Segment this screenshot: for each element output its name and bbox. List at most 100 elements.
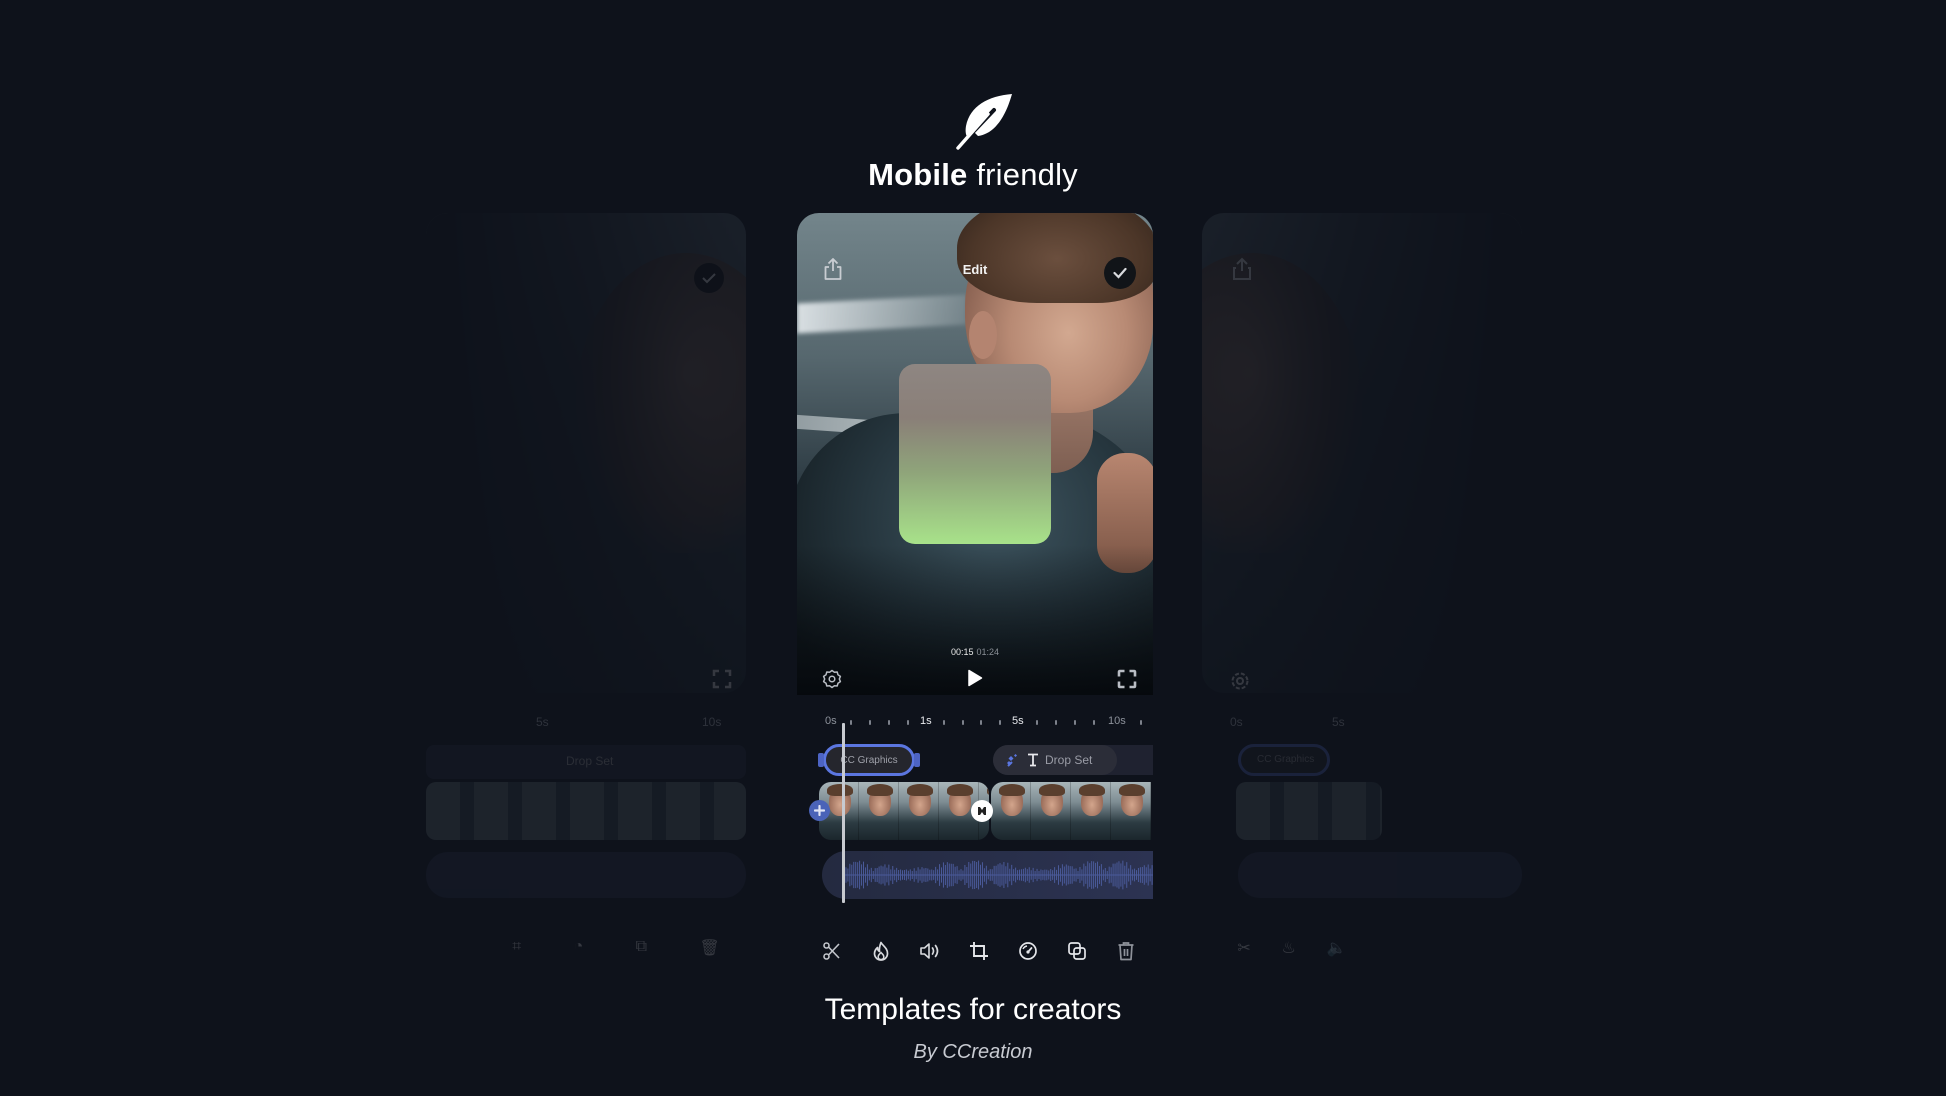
gear-icon	[822, 669, 842, 689]
ghost-text-clip-label: Drop Set	[566, 754, 614, 768]
ghost-audio	[1238, 852, 1522, 898]
trash-icon: 🗑	[699, 940, 720, 957]
plus-icon	[814, 805, 825, 816]
duplicate-icon	[1068, 942, 1086, 960]
ruler-tick	[1055, 720, 1057, 725]
duplicate-icon: ⧉	[635, 938, 648, 955]
clip-thumbnail	[991, 782, 1031, 840]
fullscreen-icon	[712, 669, 732, 694]
headline-light: friendly	[976, 157, 1078, 192]
sparkle-icon	[1007, 754, 1017, 767]
audio-waveform	[843, 860, 1153, 890]
video-clip-2[interactable]	[991, 782, 1153, 840]
ghost-ruler-label: 5s	[536, 715, 549, 729]
video-track	[819, 782, 1153, 840]
scissors-icon: ✂	[1237, 940, 1251, 957]
headline: Mobile friendly	[0, 157, 1946, 193]
graphics-clip[interactable]: CC Graphics	[818, 744, 920, 776]
trim-handle-left[interactable]	[818, 753, 824, 767]
ghost-thumbs	[426, 782, 746, 840]
ruler-tick	[907, 720, 909, 725]
transition-icon	[978, 807, 986, 815]
video-preview[interactable]: Edit 00:15 01:24	[797, 213, 1153, 695]
headline-bold: Mobile	[868, 157, 968, 192]
ghost-graphics-clip: CC Graphics	[1238, 744, 1330, 776]
ruler-tick	[1036, 720, 1038, 725]
effects-button[interactable]	[868, 938, 894, 964]
overlay-graphic[interactable]	[899, 364, 1051, 544]
ruler-label: 0s	[825, 715, 837, 727]
play-button[interactable]	[967, 669, 985, 689]
share-icon	[1232, 257, 1252, 286]
crop-icon: ⌗	[512, 938, 522, 955]
flame-icon	[873, 941, 889, 961]
ghost-toolbar: ⌗ ◔ ⧉ 🗑	[486, 938, 746, 958]
ghost-ruler-label: 5s	[1332, 715, 1345, 729]
feather-icon	[948, 92, 1014, 154]
clip-thumbnail	[1031, 782, 1071, 840]
clip-thumbnail	[1071, 782, 1111, 840]
current-time: 00:15	[950, 647, 974, 657]
ghost-toolbar: ✂ ♨ 🔈	[1222, 938, 1362, 958]
ruler-tick	[980, 720, 982, 725]
scissors-icon	[823, 942, 840, 960]
ghost-text-track: Drop Set	[426, 745, 746, 779]
settings-button[interactable]	[822, 669, 842, 689]
speedometer-icon	[1019, 942, 1037, 960]
text-clip-label: Drop Set	[1045, 753, 1093, 767]
text-cursor-icon	[1028, 753, 1038, 767]
split-button[interactable]	[819, 938, 845, 964]
ruler-tick	[1140, 720, 1142, 725]
ruler-tick	[888, 720, 890, 725]
checkmark-icon	[694, 263, 724, 293]
speaker-icon: 🔈	[1326, 940, 1347, 957]
ruler-tick	[943, 720, 945, 725]
playhead[interactable]	[842, 723, 845, 903]
graphics-clip-label: CC Graphics	[840, 754, 898, 766]
ghost-ruler-label: 0s	[1230, 715, 1243, 729]
speed-button[interactable]	[1015, 938, 1041, 964]
ghost-audio	[426, 852, 746, 898]
fullscreen-icon	[1117, 669, 1137, 689]
delete-button[interactable]	[1113, 938, 1139, 964]
timeline-ruler[interactable]: 0s 1s 5s 10s	[797, 713, 1153, 735]
play-icon	[968, 669, 983, 687]
ghost-graphics-clip-label: CC Graphics	[1257, 754, 1315, 765]
volume-button[interactable]	[917, 938, 943, 964]
crop-icon	[970, 942, 988, 960]
clip-thumbnail	[899, 782, 939, 840]
clip-thumbnail	[1111, 782, 1151, 840]
ghost-phone-right[interactable]: 0s 5s CC Graphics ✂ ♨ 🔈	[1202, 213, 1522, 957]
text-clip[interactable]: Drop Set	[993, 745, 1117, 775]
add-clip-button[interactable]	[809, 800, 830, 821]
subject-ear	[969, 311, 997, 359]
gear-icon	[1230, 671, 1250, 696]
screen-title: Edit	[962, 262, 988, 277]
ruler-tick	[999, 720, 1001, 725]
speedometer-icon: ◔	[573, 938, 584, 955]
ruler-label: 10s	[1108, 715, 1126, 727]
footer-title: Templates for creators	[824, 993, 1122, 1026]
ghost-thumbs	[1236, 782, 1382, 840]
edit-toolbar	[819, 938, 1139, 964]
ruler-tick	[1093, 720, 1095, 725]
fullscreen-button[interactable]	[1117, 669, 1137, 689]
ruler-tick	[1074, 720, 1076, 725]
transition-button[interactable]	[971, 800, 993, 822]
ruler-label: 1s	[920, 715, 932, 727]
footer-subtitle: By CCreation	[913, 1041, 1033, 1063]
ruler-label: 5s	[1012, 715, 1024, 727]
clip-thumbnail	[859, 782, 899, 840]
ghost-ruler-label: 10s	[702, 715, 722, 729]
speaker-icon	[920, 943, 939, 959]
flame-icon: ♨	[1281, 940, 1296, 957]
duplicate-button[interactable]	[1064, 938, 1090, 964]
ghost-phone-left[interactable]: 5s 10s Drop Set ⌗ ◔ ⧉ 🗑	[426, 213, 746, 957]
ruler-tick	[869, 720, 871, 725]
trim-handle-right[interactable]	[914, 753, 920, 767]
audio-track[interactable]	[822, 851, 1153, 899]
timecode: 00:15 01:24	[797, 647, 1153, 657]
background-light	[797, 294, 967, 334]
crop-button[interactable]	[966, 938, 992, 964]
done-button[interactable]	[1104, 257, 1136, 289]
